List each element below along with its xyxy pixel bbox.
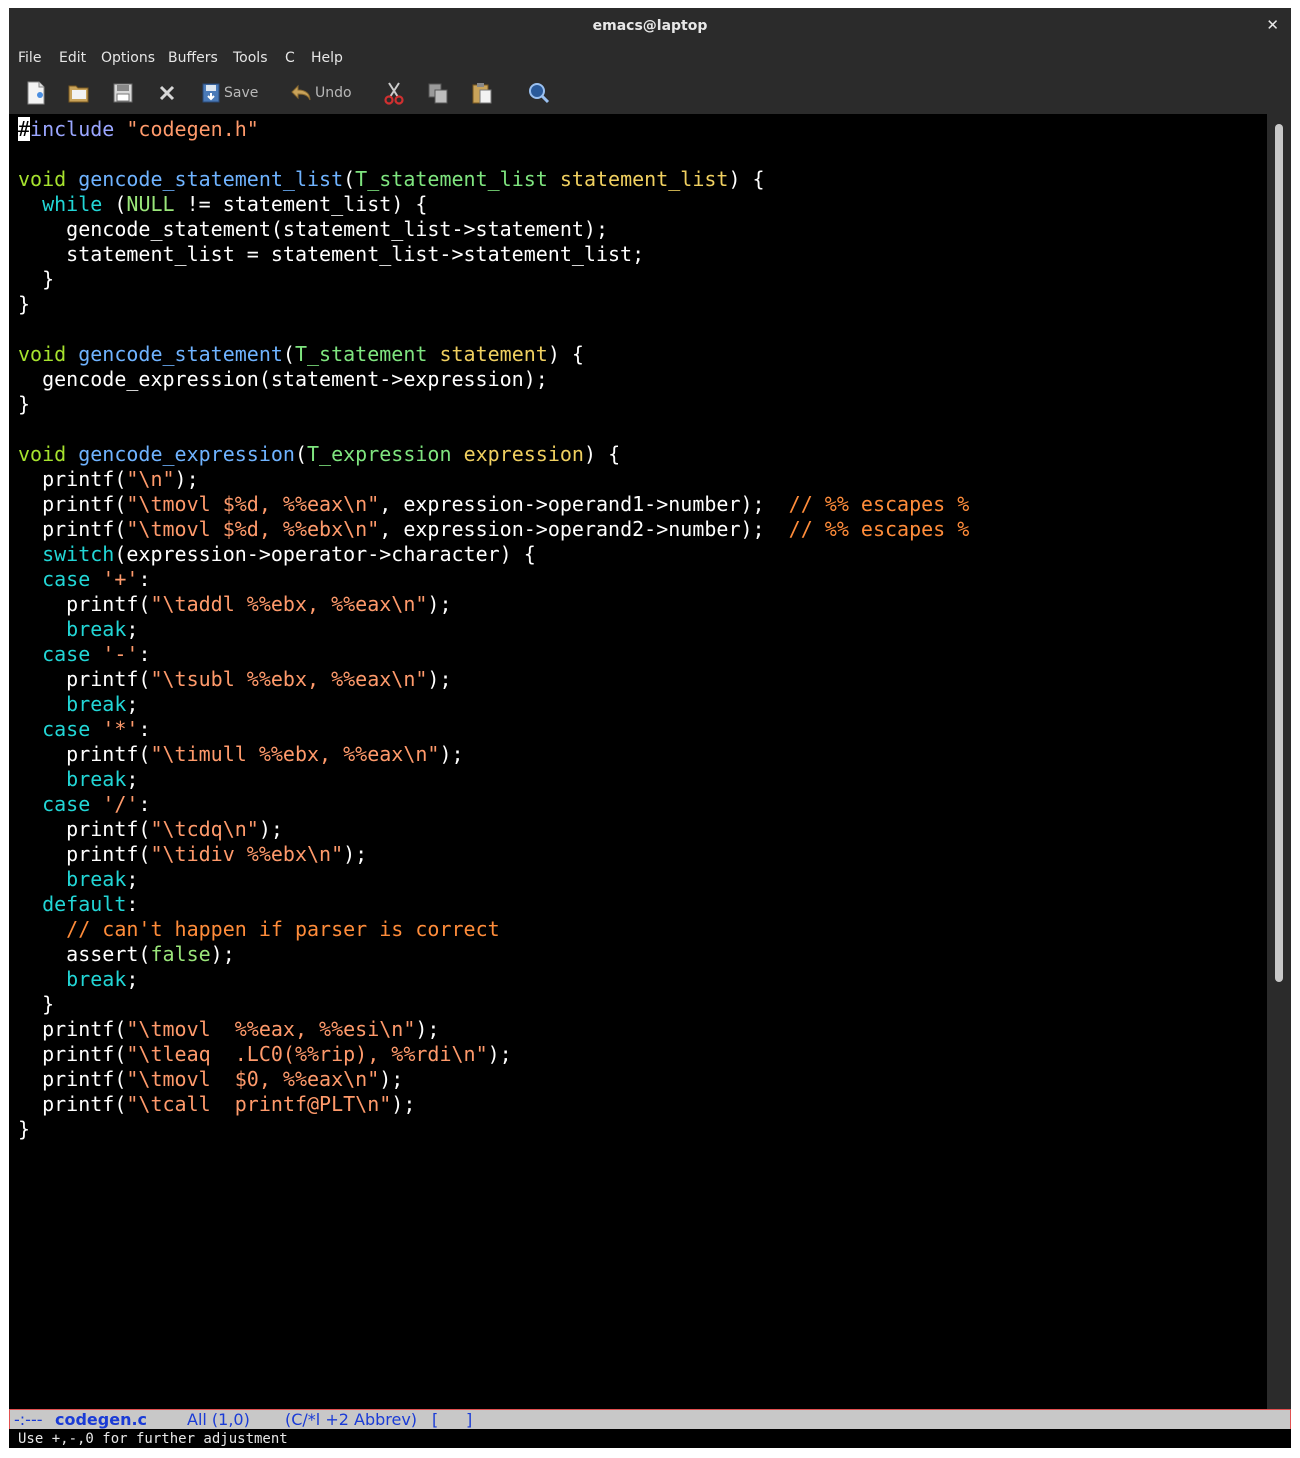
menu-edit[interactable]: Edit [59, 50, 86, 66]
save-label: Save [224, 85, 258, 101]
undo-arrow-icon [290, 84, 312, 102]
title-bar: emacs@laptop ✕ [9, 8, 1291, 44]
magnifier-icon [527, 81, 551, 105]
copy-button[interactable] [427, 80, 449, 106]
open-folder-icon [67, 82, 91, 104]
menu-help[interactable]: Help [311, 50, 343, 66]
paste-button[interactable] [471, 80, 493, 106]
floppy-icon [112, 82, 134, 104]
new-file-icon [25, 81, 47, 105]
menu-options[interactable]: Options [101, 50, 155, 66]
modeline-bracket-close: ] [466, 1410, 472, 1429]
menu-buffers[interactable]: Buffers [168, 50, 218, 66]
echo-message: Use +,-,0 for further adjustment [18, 1431, 288, 1447]
modeline-bracket-open: [ [432, 1410, 438, 1429]
search-button[interactable] [527, 80, 551, 106]
emacs-window: emacs@laptop ✕ File Edit Options Buffers… [9, 8, 1291, 1448]
mode-line: -:--- codegen.c All (1,0) (C/*l +2 Abbre… [9, 1409, 1291, 1430]
tool-bar: Save Undo [9, 72, 1291, 114]
close-icon [157, 83, 177, 103]
clipboard-icon [471, 81, 493, 105]
scrollbar-thumb[interactable] [1275, 124, 1283, 982]
menu-c[interactable]: C [285, 50, 295, 66]
save-button[interactable]: Save [201, 80, 258, 106]
cut-button[interactable] [383, 80, 405, 106]
modeline-position: All (1,0) [187, 1410, 250, 1429]
menu-file[interactable]: File [18, 50, 41, 66]
modeline-buffer-name[interactable]: codegen.c [55, 1410, 147, 1429]
close-icon[interactable]: ✕ [1266, 16, 1279, 34]
close-buffer-button[interactable] [157, 80, 177, 106]
undo-label: Undo [315, 85, 352, 101]
modeline-mode[interactable]: (C/*l +2 Abbrev) [285, 1410, 417, 1429]
echo-area: Use +,-,0 for further adjustment [9, 1429, 1291, 1448]
editor-area[interactable]: #include "codegen.h" void gencode_statem… [9, 114, 1267, 1410]
scissors-icon [383, 81, 405, 105]
code-buffer[interactable]: #include "codegen.h" void gencode_statem… [18, 117, 969, 1142]
new-file-button[interactable] [25, 80, 47, 106]
save-icon [201, 82, 221, 104]
copy-icon [427, 82, 449, 104]
save-as-button[interactable] [112, 80, 134, 106]
open-file-button[interactable] [67, 80, 91, 106]
vertical-scrollbar[interactable] [1267, 114, 1291, 1410]
menu-bar: File Edit Options Buffers Tools C Help [9, 44, 1291, 72]
menu-tools[interactable]: Tools [233, 50, 268, 66]
undo-button[interactable]: Undo [290, 80, 352, 106]
window-title: emacs@laptop [9, 18, 1291, 34]
modeline-status: -:--- [14, 1410, 42, 1429]
